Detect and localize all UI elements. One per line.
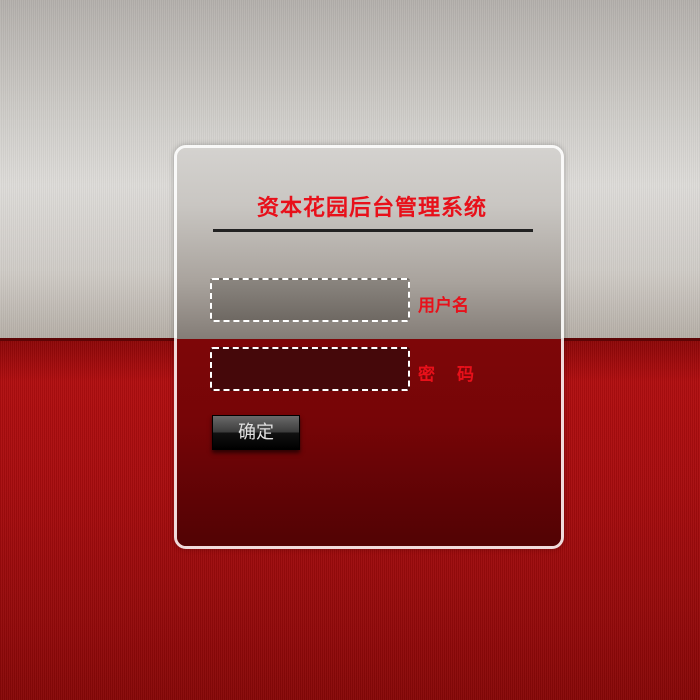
confirm-button[interactable]: 确定: [212, 415, 300, 450]
login-panel: 资本花园后台管理系统 用户名 密码 确定: [174, 145, 564, 549]
password-input[interactable]: [210, 347, 410, 391]
username-label: 用户名: [418, 296, 469, 316]
title-divider: [213, 229, 533, 232]
page-title: 资本花园后台管理系统: [256, 196, 487, 221]
password-label: 密码: [418, 365, 496, 385]
username-input[interactable]: [210, 278, 410, 322]
login-page: 资本花园后台管理系统 用户名 密码 确定: [0, 0, 700, 700]
